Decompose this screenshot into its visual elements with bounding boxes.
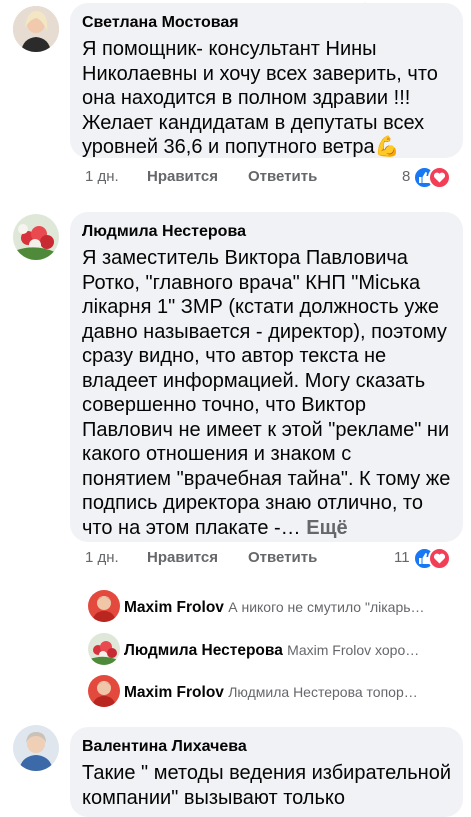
reply-preview[interactable]: Maxim Frolov Людмила Нестерова топор… <box>88 675 458 711</box>
comment-author[interactable]: Светлана Мостовая <box>82 13 451 33</box>
avatar[interactable] <box>13 6 59 52</box>
comment-time[interactable]: 1 дн. <box>85 167 119 187</box>
reply-author[interactable]: Maxim Frolov <box>124 599 224 616</box>
comment-author[interactable]: Валентина Лихачева <box>82 737 451 757</box>
reply-button[interactable]: Ответить <box>248 167 317 187</box>
avatar[interactable] <box>88 590 120 622</box>
comment-author[interactable]: Людмила Нестерова <box>82 222 451 242</box>
comment-text: Я помощник- консультант Нины Николаевны … <box>82 38 438 158</box>
comment-time[interactable]: 1 дн. <box>85 548 119 568</box>
reply-text: Maxim Frolov А никого не смутило "лікарь… <box>124 597 454 618</box>
comment-text-wrap: Я заместитель Виктора Павловича Ротко, "… <box>82 246 451 540</box>
reply-author[interactable]: Людмила Нестерова <box>124 642 283 659</box>
reply-snippet: Maxim Frolov хоро… <box>287 642 420 658</box>
like-button[interactable]: Нравится <box>147 167 218 187</box>
comment-bubble: Валентина Лихачева Такие " методы ведени… <box>70 727 463 817</box>
comment-actions: 1 дн. Нравится Ответить 11 <box>0 547 471 570</box>
reply-author[interactable]: Maxim Frolov <box>124 684 224 701</box>
reply-button[interactable]: Ответить <box>248 548 317 568</box>
reply-text: Maxim Frolov Людмила Нестерова топор… <box>124 682 454 703</box>
reply-preview[interactable]: Людмила Нестерова Maxim Frolov хоро… <box>88 633 458 669</box>
reactions[interactable] <box>413 166 463 189</box>
love-reaction-icon <box>428 166 451 189</box>
comment-actions: 1 дн. Нравится Ответить 8 <box>0 166 471 189</box>
reaction-count[interactable]: 11 <box>394 548 410 568</box>
love-reaction-icon <box>428 547 451 570</box>
avatar[interactable] <box>13 214 59 260</box>
avatar[interactable] <box>13 725 59 771</box>
reply-snippet: Людмила Нестерова топор… <box>228 684 418 700</box>
comment-text: Такие " методы ведения избирательной ком… <box>82 762 451 809</box>
see-more-link[interactable]: Ещё <box>306 517 347 539</box>
comment-text: Я заместитель Виктора Павловича Ротко, "… <box>82 247 451 539</box>
reactions[interactable] <box>413 547 463 570</box>
like-button[interactable]: Нравится <box>147 548 218 568</box>
reaction-count[interactable]: 8 <box>402 167 410 187</box>
avatar[interactable] <box>88 633 120 665</box>
reply-preview[interactable]: Maxim Frolov А никого не смутило "лікарь… <box>88 590 458 626</box>
comment-bubble: Светлана Мостовая Я помощник- консультан… <box>70 3 463 158</box>
reply-snippet: А никого не смутило "лікарь… <box>228 599 425 615</box>
avatar[interactable] <box>88 675 120 707</box>
comment-bubble: Людмила Нестерова Я заместитель Виктора … <box>70 212 463 542</box>
reply-text: Людмила Нестерова Maxim Frolov хоро… <box>124 640 454 661</box>
